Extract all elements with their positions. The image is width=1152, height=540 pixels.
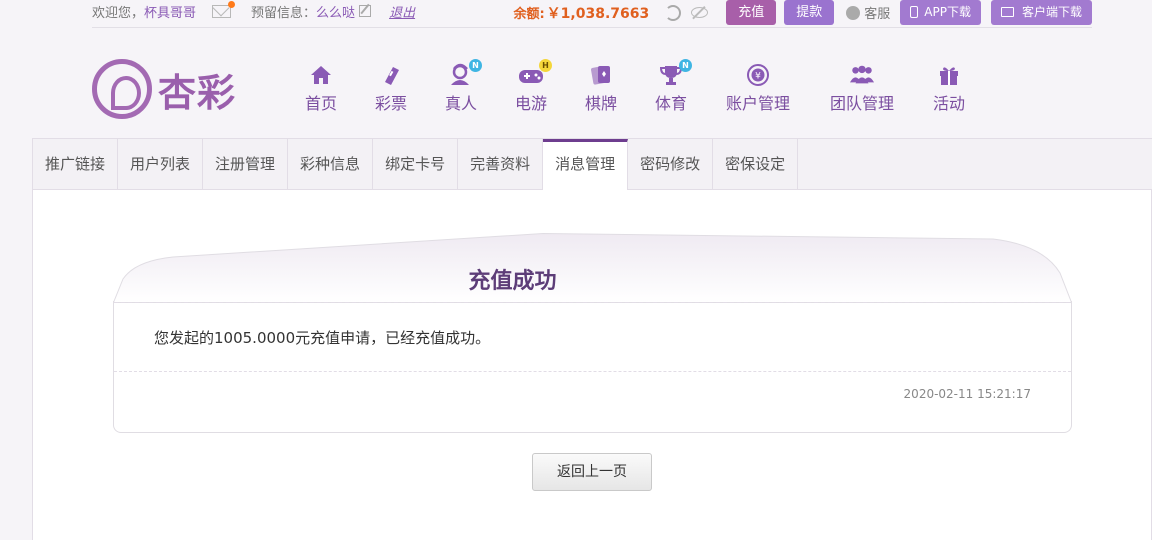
- new-badge: N: [469, 59, 482, 72]
- tab-promo-link[interactable]: 推广链接: [33, 139, 119, 189]
- logo-emblem-icon: [92, 59, 152, 119]
- top-bar: 欢迎您， 杯具哥哥 预留信息： 么么哒 退出 余额: ￥1,038.7663 充…: [92, 0, 1092, 28]
- divider: [114, 371, 1071, 372]
- balance-label: 余额:: [513, 7, 545, 22]
- tab-profile[interactable]: 完善资料: [458, 139, 544, 189]
- nav-item-lottery[interactable]: 彩票: [356, 62, 426, 114]
- nav-item-live[interactable]: N 真人: [426, 59, 496, 114]
- edit-icon[interactable]: [359, 5, 372, 17]
- reserved-info-value: 么么哒: [316, 5, 356, 21]
- app-download-label: APP下载: [924, 5, 971, 19]
- tab-password[interactable]: 密码修改: [628, 139, 714, 189]
- tab-messages[interactable]: 消息管理: [543, 139, 629, 190]
- nav-item-sports[interactable]: N 体育: [636, 59, 706, 114]
- nav-item-home[interactable]: 首页: [286, 62, 356, 114]
- tab-bar: 推广链接 用户列表 注册管理 彩种信息 绑定卡号 完善资料 消息管理 密码修改 …: [33, 139, 1152, 190]
- welcome-text: 欢迎您，: [92, 5, 145, 21]
- nav-label: 团队管理: [829, 94, 894, 113]
- nav-label: 棋牌: [584, 94, 617, 113]
- hot-badge: H: [539, 59, 552, 72]
- tab-security[interactable]: 密保设定: [713, 139, 799, 189]
- lottery-icon: [378, 62, 404, 88]
- nav-label: 账户管理: [725, 94, 790, 113]
- refresh-icon[interactable]: [665, 4, 682, 21]
- recharge-button[interactable]: 充值: [726, 0, 777, 25]
- nav-label: 活动: [932, 94, 965, 113]
- account-icon: ¥: [745, 62, 771, 88]
- client-download-label: 客户端下载: [1021, 5, 1082, 19]
- message-body: 您发起的1005.0000元充值申请，已经充值成功。: [154, 329, 491, 347]
- message-card: 您发起的1005.0000元充值申请，已经充值成功。 2020-02-11 15…: [113, 301, 1072, 433]
- tab-bind-card[interactable]: 绑定卡号: [373, 139, 459, 189]
- svg-text:¥: ¥: [755, 72, 761, 82]
- nav-label: 首页: [304, 94, 337, 113]
- service-icon: [846, 5, 861, 20]
- tab-registration[interactable]: 注册管理: [203, 139, 289, 189]
- trophy-icon: N: [658, 59, 692, 88]
- gamepad-icon: H: [518, 59, 552, 88]
- message-time: 2020-02-11 15:21:17: [903, 387, 1031, 401]
- nav-label: 彩票: [374, 94, 407, 113]
- reserved-info-label: 预留信息：: [251, 5, 317, 21]
- cards-icon: [588, 62, 614, 88]
- gift-icon: [936, 62, 962, 88]
- client-download-button[interactable]: 客户端下载: [990, 0, 1092, 25]
- nav-label: 体育: [654, 94, 687, 113]
- customer-service-link[interactable]: 客服: [846, 3, 890, 22]
- hide-balance-icon[interactable]: [691, 7, 709, 18]
- nav-item-egames[interactable]: H 电游: [496, 59, 566, 114]
- nav-label: 电游: [514, 94, 547, 113]
- phone-icon: [910, 6, 919, 18]
- live-icon: N: [448, 59, 482, 88]
- main-nav: 首页 彩票 N 真人 H 电游 棋牌 N 体育 ¥ 账户管理 团队管理 活动: [286, 59, 984, 114]
- message-title: 充值成功: [468, 269, 557, 294]
- tab-user-list[interactable]: 用户列表: [118, 139, 204, 189]
- withdraw-button[interactable]: 提款: [784, 0, 835, 25]
- monitor-icon: [1000, 7, 1014, 17]
- balance-value: ￥1,038.7663: [546, 5, 650, 22]
- nav-item-account[interactable]: ¥ 账户管理: [706, 62, 810, 114]
- app-download-button[interactable]: APP下载: [900, 0, 981, 25]
- username: 杯具哥哥: [144, 5, 197, 21]
- service-label: 客服: [864, 7, 891, 22]
- back-button[interactable]: 返回上一页: [532, 453, 652, 491]
- tab-lottery-info[interactable]: 彩种信息: [288, 139, 374, 189]
- nav-item-team[interactable]: 团队管理: [810, 62, 914, 114]
- home-icon: [308, 62, 334, 88]
- team-icon: [849, 62, 875, 88]
- logo-text: 杏彩: [158, 69, 237, 115]
- logout-link[interactable]: 退出: [389, 2, 415, 21]
- mail-icon[interactable]: [212, 0, 236, 18]
- nav-label: 真人: [444, 94, 477, 113]
- nav-item-cards[interactable]: 棋牌: [566, 62, 636, 114]
- content-panel: 推广链接 用户列表 注册管理 彩种信息 绑定卡号 完善资料 消息管理 密码修改 …: [32, 138, 1152, 540]
- user-info: 欢迎您， 杯具哥哥 预留信息： 么么哒 退出: [92, 0, 415, 22]
- account-actions: 余额: ￥1,038.7663 充值 提款 客服 APP下载 客户端下载: [513, 0, 1092, 25]
- new-badge: N: [679, 59, 692, 72]
- site-logo[interactable]: 杏彩: [92, 58, 244, 120]
- nav-item-promotions[interactable]: 活动: [914, 62, 984, 114]
